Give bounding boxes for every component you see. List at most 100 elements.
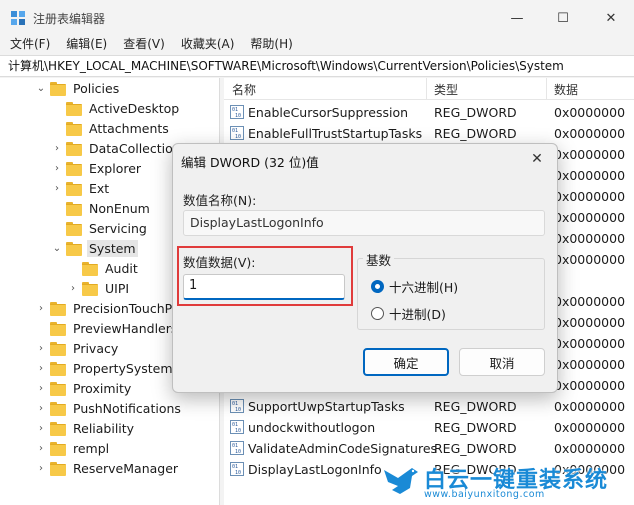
tree-item[interactable]: › Ext <box>52 178 111 198</box>
dword-value-icon: 0110 <box>230 441 244 455</box>
folder-icon <box>50 381 66 396</box>
value-name-field: DisplayLastLogonInfo <box>183 210 545 236</box>
tree-item[interactable]: › Privacy <box>36 338 120 358</box>
menu-view[interactable]: 查看(V) <box>113 35 171 55</box>
tree-item[interactable]: Audit <box>68 258 140 278</box>
radio-checked-icon <box>371 280 384 293</box>
column-data[interactable]: 数据 <box>554 81 578 98</box>
chevron-right-icon[interactable]: › <box>36 363 46 374</box>
chevron-right-icon[interactable]: › <box>36 303 46 314</box>
menu-favorites[interactable]: 收藏夹(A) <box>171 35 241 55</box>
tree-item[interactable]: › Reliability <box>36 418 136 438</box>
menu-file[interactable]: 文件(F) <box>0 35 56 55</box>
tree-item[interactable]: › ReserveManager <box>36 458 180 478</box>
row-type: REG_DWORD <box>434 126 517 141</box>
chevron-right-icon[interactable]: › <box>36 443 46 454</box>
tree-item-label: Audit <box>105 260 138 276</box>
maximize-button[interactable]: ☐ <box>540 0 586 36</box>
chevron-right-icon[interactable]: › <box>36 423 46 434</box>
dialog-close-button[interactable]: ✕ <box>523 147 551 171</box>
column-separator[interactable] <box>546 78 547 100</box>
tree-item-label: UIPI <box>105 280 130 296</box>
close-icon: ✕ <box>605 10 617 26</box>
svg-text:10: 10 <box>235 134 241 140</box>
list-row[interactable]: 01 10 undockwithoutlogon REG_DWORD 0x0000000 <box>224 417 634 438</box>
close-button[interactable]: ✕ <box>588 0 634 36</box>
tree-item[interactable]: › PushNotifications <box>36 398 183 418</box>
tree-item[interactable]: Attachments <box>52 118 171 138</box>
tree-item[interactable]: › DataCollection <box>52 138 183 158</box>
list-row[interactable]: 01 10 SupportUwpStartupTasks REG_DWORD 0x000… <box>224 396 634 417</box>
folder-icon <box>82 261 98 276</box>
chevron-right-icon[interactable]: › <box>36 463 46 474</box>
tree-item-label: Ext <box>89 180 110 196</box>
title-bar: 注册表编辑器 — ☐ ✕ <box>0 0 634 36</box>
folder-icon <box>50 401 66 416</box>
watermark-url: www.baiyunxitong.com <box>424 489 545 500</box>
row-name: EnableCursorSuppression <box>248 105 409 120</box>
radio-dec[interactable]: 十进制(D) <box>371 304 446 323</box>
folder-icon <box>50 341 66 356</box>
chevron-right-icon[interactable]: › <box>52 183 62 194</box>
address-bar[interactable]: 计算机\HKEY_LOCAL_MACHINE\SOFTWARE\Microsof… <box>0 55 634 77</box>
tree-item-label: ReserveManager <box>73 460 179 476</box>
folder-icon <box>66 221 82 236</box>
value-data-input[interactable]: 1 <box>183 274 345 300</box>
chevron-right-icon[interactable]: › <box>36 383 46 394</box>
tree-item[interactable]: PreviewHandlers <box>36 318 179 338</box>
row-name: DisplayLastLogonInfo <box>248 462 382 477</box>
folder-icon <box>50 321 66 336</box>
tree-item[interactable]: › UIPI <box>68 278 131 298</box>
chevron-right-icon[interactable]: › <box>36 343 46 354</box>
menu-help[interactable]: 帮助(H) <box>240 35 298 55</box>
folder-icon <box>66 241 82 256</box>
folder-icon <box>50 421 66 436</box>
cancel-button[interactable]: 取消 <box>459 348 545 376</box>
chevron-down-icon[interactable]: ⌄ <box>36 83 46 94</box>
tree-item[interactable]: NonEnum <box>52 198 152 218</box>
list-row[interactable]: 01 10 EnableFullTrustStartupTasks REG_DWORD… <box>224 123 634 144</box>
row-type: REG_DWORD <box>434 399 517 414</box>
row-data: 0x0000000 <box>554 210 626 225</box>
tree-item-label: System <box>87 239 138 257</box>
tree-item[interactable]: ActiveDesktop <box>52 98 181 118</box>
minimize-button[interactable]: — <box>494 0 540 36</box>
tree-item[interactable]: › PropertySystem <box>36 358 175 378</box>
window-title: 注册表编辑器 <box>33 12 106 26</box>
tree-item[interactable]: Servicing <box>52 218 149 238</box>
chevron-right-icon[interactable]: › <box>68 283 78 294</box>
dword-value-icon: 0110 <box>230 420 244 434</box>
column-type[interactable]: 类型 <box>434 81 458 98</box>
svg-text:10: 10 <box>235 428 241 434</box>
folder-icon <box>50 81 66 96</box>
tree-item[interactable]: › rempl <box>36 438 111 458</box>
list-row[interactable]: 01 10 EnableCursorSuppression REG_DWORD 0x00… <box>224 102 634 123</box>
svg-text:10: 10 <box>235 449 241 455</box>
ok-button[interactable]: 确定 <box>363 348 449 376</box>
tree-item[interactable]: ⌄ Policies <box>36 78 121 98</box>
tree-item[interactable]: › PrecisionTouchPa <box>36 298 181 318</box>
column-name[interactable]: 名称 <box>232 81 256 98</box>
tree-item[interactable]: › Explorer <box>52 158 143 178</box>
folder-icon <box>66 101 82 116</box>
dword-value-icon: 0110 <box>230 399 244 413</box>
tree-item-label: PushNotifications <box>73 400 181 416</box>
row-data: 0x0000000 <box>554 399 626 414</box>
row-data: 0x0000000 <box>554 189 626 204</box>
row-data: 0x0000000 <box>554 252 626 267</box>
tree-item[interactable]: › Proximity <box>36 378 133 398</box>
folder-icon <box>66 121 82 136</box>
chevron-down-icon[interactable]: ⌄ <box>52 243 62 254</box>
tree-item[interactable]: ⌄ System <box>52 238 138 258</box>
radio-hex[interactable]: 十六进制(H) <box>371 277 458 296</box>
close-icon: ✕ <box>531 151 543 167</box>
menu-edit[interactable]: 编辑(E) <box>56 35 113 55</box>
chevron-right-icon[interactable]: › <box>52 143 62 154</box>
column-separator[interactable] <box>426 78 427 100</box>
chevron-right-icon[interactable]: › <box>36 403 46 414</box>
list-row[interactable]: 01 10 ValidateAdminCodeSignatures REG_DWORD… <box>224 438 634 459</box>
menu-bar: 文件(F) 编辑(E) 查看(V) 收藏夹(A) 帮助(H) <box>0 35 634 55</box>
chevron-right-icon[interactable]: › <box>52 163 62 174</box>
